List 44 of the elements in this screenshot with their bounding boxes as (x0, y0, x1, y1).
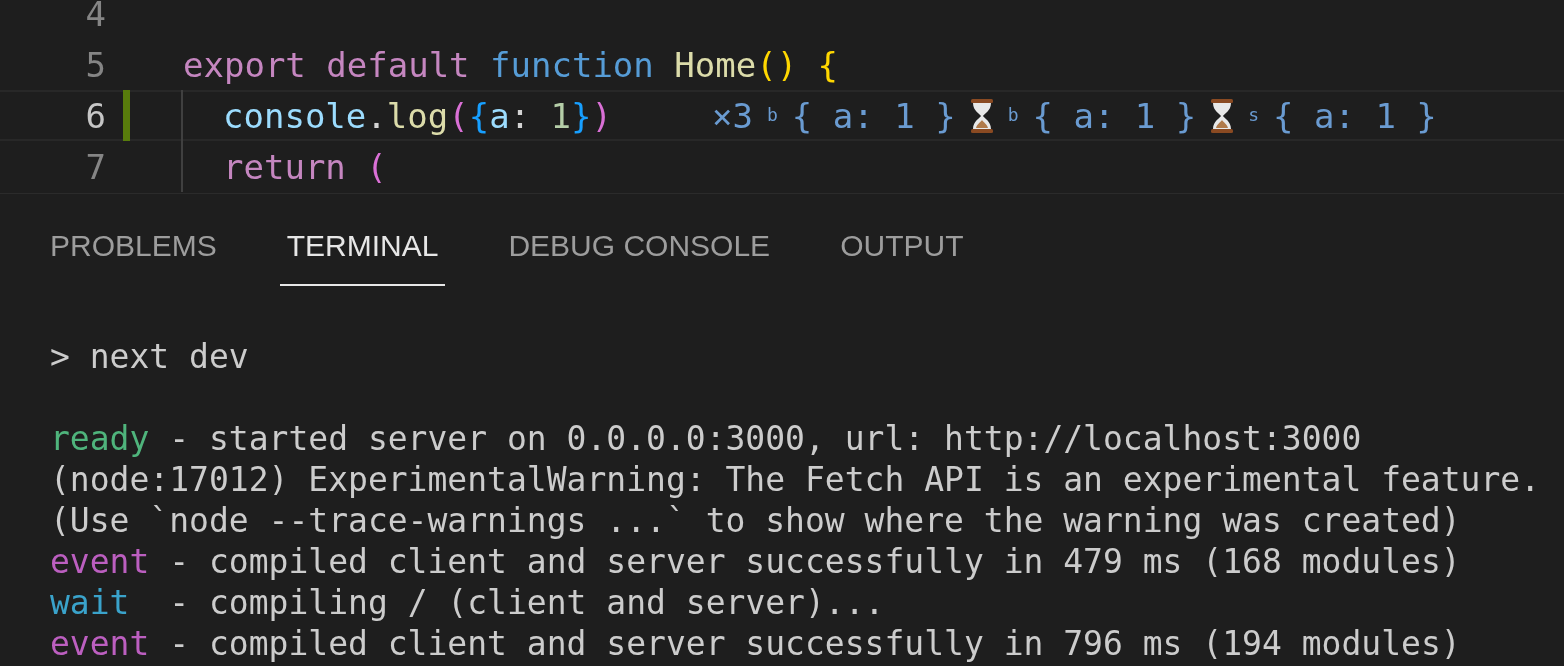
line-number: 6 (84, 95, 106, 136)
panel-tab[interactable]: OUTPUT (840, 194, 964, 286)
code-token: log (386, 95, 449, 136)
log-tag: s (1248, 103, 1260, 125)
code-token: } (571, 95, 592, 136)
terminal-text: (node:17012) ExperimentalWarning: The Fetch API is an experimental feature. (50, 460, 1541, 499)
terminal-text: (Use `node --trace-warnings ...` to show where the warning was created) (50, 501, 1461, 540)
terminal-text: event (50, 542, 150, 581)
line-number: 7 (84, 146, 106, 187)
code-token: a (489, 95, 510, 136)
terminal-command: > next dev (50, 337, 249, 376)
terminal-text: - compiled client and server successfully in 479 ms (168 modules) (168, 542, 1461, 581)
terminal-text: wait (50, 583, 130, 622)
code-token: console (223, 95, 367, 136)
log-value: { a: 1 } (791, 95, 956, 136)
code-token: export default (183, 44, 471, 85)
log-count: ×3 (712, 95, 753, 136)
code-editor[interactable]: 4 5 export default function Home() { 6 console.log({a: 1}) ×3 b { a: 1 } b { a: 1 } s { a: 1 } 7 return ( (0, 0, 1564, 194)
code-token: ) (591, 95, 613, 136)
code-token: function (490, 44, 655, 85)
terminal-text: ready (50, 419, 150, 458)
log-value: { a: 1 } (1032, 95, 1197, 136)
panel-tab[interactable]: DEBUG CONSOLE (508, 194, 771, 286)
code-token: : (509, 95, 531, 136)
line-number: 4 (84, 0, 106, 34)
panel-tab[interactable]: PROBLEMS (50, 194, 217, 286)
terminal-text: event (50, 624, 150, 663)
code-token: { (816, 44, 839, 85)
log-tag: b (767, 103, 778, 125)
code-token: () (756, 44, 798, 85)
code-token: ( (448, 95, 469, 136)
code-token: ( (366, 146, 387, 187)
code-token: { (468, 95, 490, 136)
log-tag: b (1007, 103, 1019, 125)
panel-tab[interactable]: TERMINAL (279, 194, 446, 286)
line-number: 5 (84, 44, 106, 85)
log-value: { a: 1 } (1273, 95, 1437, 136)
terminal-text: - compiling / (client and server)... (168, 583, 885, 622)
terminal-text: - compiled client and server successfully in 796 ms (194 modules) (168, 624, 1461, 663)
code-token: . (366, 95, 387, 136)
terminal-text: - started server on 0.0.0.0:3000, url: http://localhost:3000 (168, 419, 1362, 458)
code-token: Home (674, 44, 757, 85)
code-token: return (223, 146, 347, 187)
code-token: 1 (549, 95, 572, 136)
